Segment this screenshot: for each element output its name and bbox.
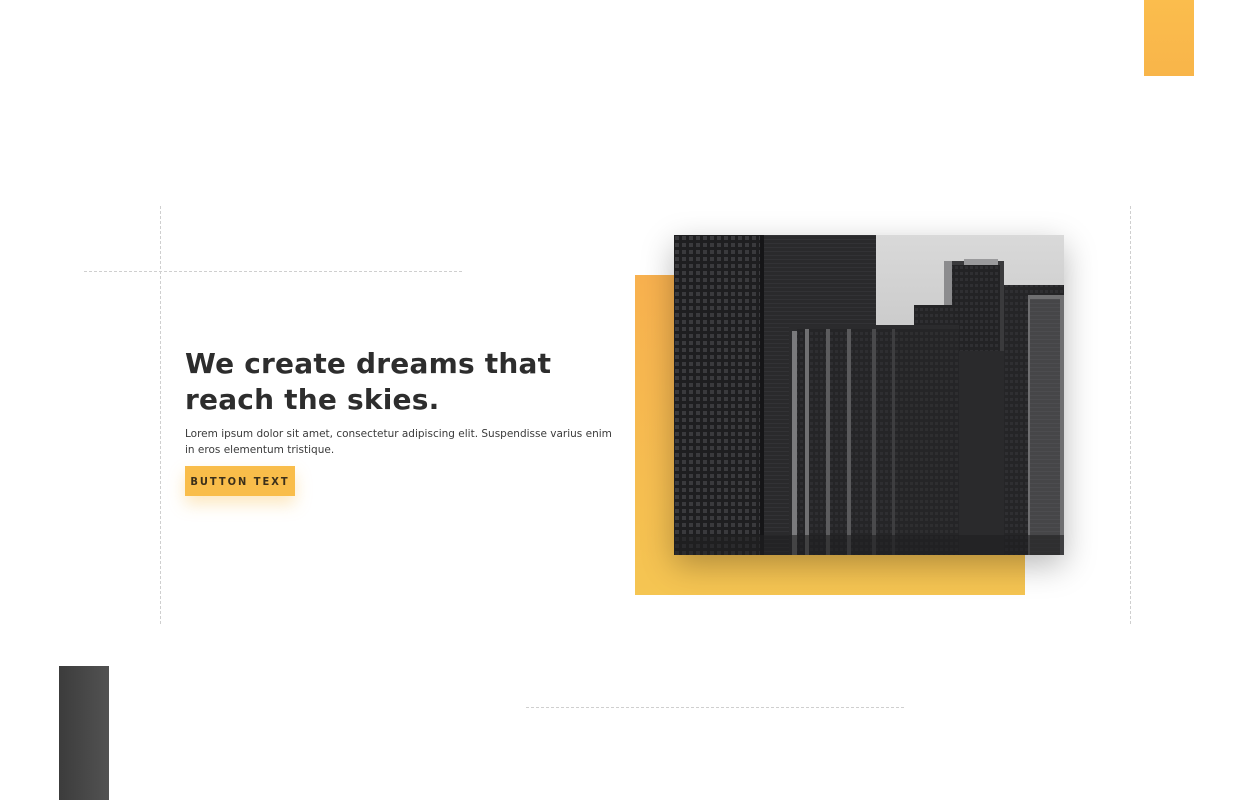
right-guide-line [1130,206,1131,624]
hero-title: We create dreams that reach the skies. [185,347,552,416]
top-guide-line [84,271,462,272]
cta-button[interactable]: BUTTON TEXT [185,466,295,496]
page: We create dreams that reach the skies. L… [0,0,1249,800]
hero-body-text: Lorem ipsum dolor sit amet, consectetur … [185,428,612,456]
bottom-dark-accent-bar [59,666,109,800]
bottom-guide-line [526,707,904,708]
city-skyline-image [674,235,1064,555]
top-accent-bar [1144,0,1194,76]
left-guide-line [160,206,161,624]
